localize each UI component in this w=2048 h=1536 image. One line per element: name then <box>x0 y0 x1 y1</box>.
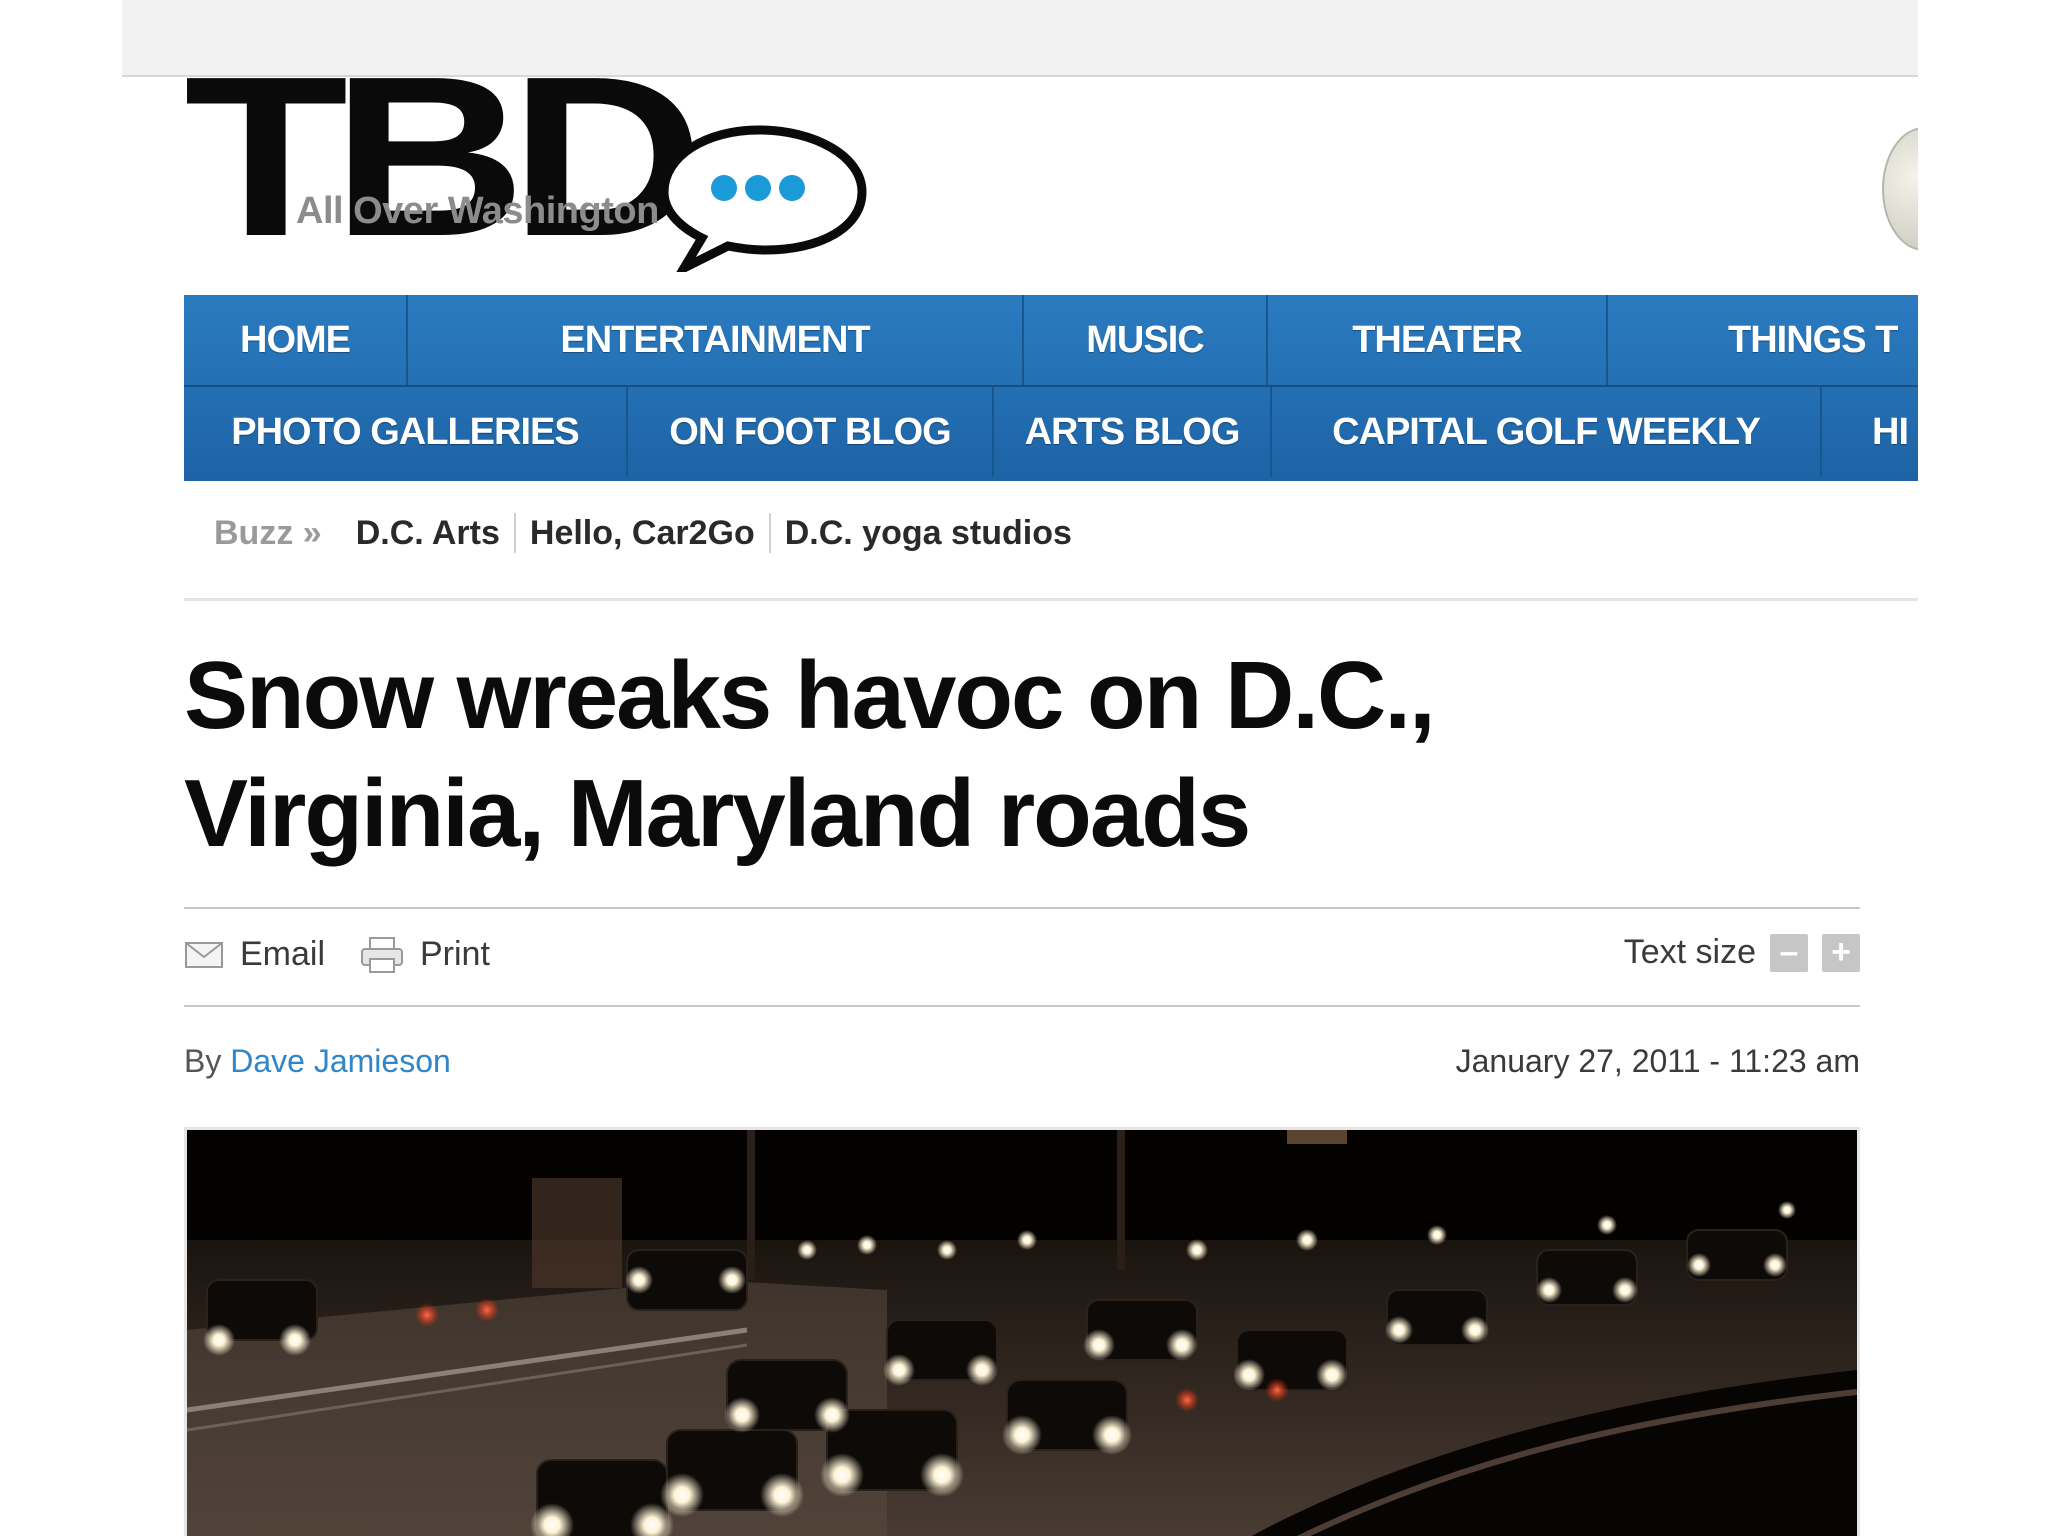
nav-entertainment[interactable]: ENTERTAINMENT <box>408 295 1024 385</box>
nav-row-secondary: PHOTO GALLERIES ON FOOT BLOG ARTS BLOG C… <box>184 387 1918 477</box>
headline-line-2: Virginia, Maryland roads <box>184 760 1251 867</box>
byline-prefix: By <box>184 1043 222 1079</box>
left-gutter <box>0 0 122 1536</box>
email-button[interactable]: Email <box>184 935 325 974</box>
nav-arts-blog[interactable]: ARTS BLOG <box>994 387 1272 477</box>
nav-home[interactable]: HOME <box>184 295 408 385</box>
breadcrumb-link-yoga[interactable]: D.C. yoga studios <box>771 513 1086 553</box>
nav-photo-galleries[interactable]: PHOTO GALLERIES <box>184 387 628 477</box>
print-button[interactable]: Print <box>360 935 490 974</box>
byline: By Dave Jamieson <box>184 1043 451 1080</box>
page: TBD All Over Washington HOME ENTERTAINME… <box>122 77 1918 1536</box>
article-toolbar: Email Print Text size – + <box>184 907 1860 1007</box>
printer-icon <box>360 936 404 974</box>
nav-things-to-do[interactable]: THINGS T <box>1608 295 1918 385</box>
breadcrumb-link-car2go[interactable]: Hello, Car2Go <box>516 513 771 553</box>
author-link[interactable]: Dave Jamieson <box>230 1043 451 1079</box>
traffic-photo-image <box>187 1130 1857 1536</box>
article-photo[interactable] <box>184 1127 1860 1536</box>
text-size-control: Text size – + <box>1624 933 1860 972</box>
breadcrumb-link-dc-arts[interactable]: D.C. Arts <box>342 513 516 553</box>
envelope-icon <box>184 941 224 969</box>
logo-wordmark: TBD <box>184 77 704 284</box>
article-headline: Snow wreaks havoc on D.C., Virginia, Mar… <box>184 637 1834 873</box>
speech-bubble-icon <box>659 125 867 272</box>
right-margin <box>1918 0 2048 1536</box>
nav-row-primary: HOME ENTERTAINMENT MUSIC THEATER THINGS … <box>184 295 1918 387</box>
header-round-button[interactable] <box>1882 127 1918 251</box>
headline-line-1: Snow wreaks havoc on D.C., <box>184 642 1436 749</box>
nav-on-foot-blog[interactable]: ON FOOT BLOG <box>628 387 994 477</box>
text-size-decrease-button[interactable]: – <box>1770 933 1808 972</box>
publish-date: January 27, 2011 - 11:23 am <box>1455 1043 1860 1079</box>
email-label: Email <box>240 935 326 973</box>
text-size-label: Text size <box>1623 933 1756 971</box>
logo-tagline: All Over Washington <box>296 190 659 232</box>
text-size-increase-button[interactable]: + <box>1822 933 1860 972</box>
breadcrumb-section[interactable]: Buzz » <box>214 514 322 553</box>
nav-music[interactable]: MUSIC <box>1024 295 1268 385</box>
breadcrumb: Buzz » D.C. Arts Hello, Car2Go D.C. yoga… <box>184 483 1918 601</box>
nav-theater[interactable]: THEATER <box>1268 295 1608 385</box>
nav-capital-golf-weekly[interactable]: CAPITAL GOLF WEEKLY <box>1272 387 1822 477</box>
site-logo[interactable]: TBD All Over Washington <box>184 77 884 282</box>
nav-overflow-item[interactable]: HI <box>1822 387 1918 477</box>
top-strip <box>122 0 1918 77</box>
main-navigation: HOME ENTERTAINMENT MUSIC THEATER THINGS … <box>184 295 1918 481</box>
breadcrumb-row: Buzz » D.C. Arts Hello, Car2Go D.C. yoga… <box>214 513 1086 553</box>
print-label: Print <box>420 935 490 973</box>
